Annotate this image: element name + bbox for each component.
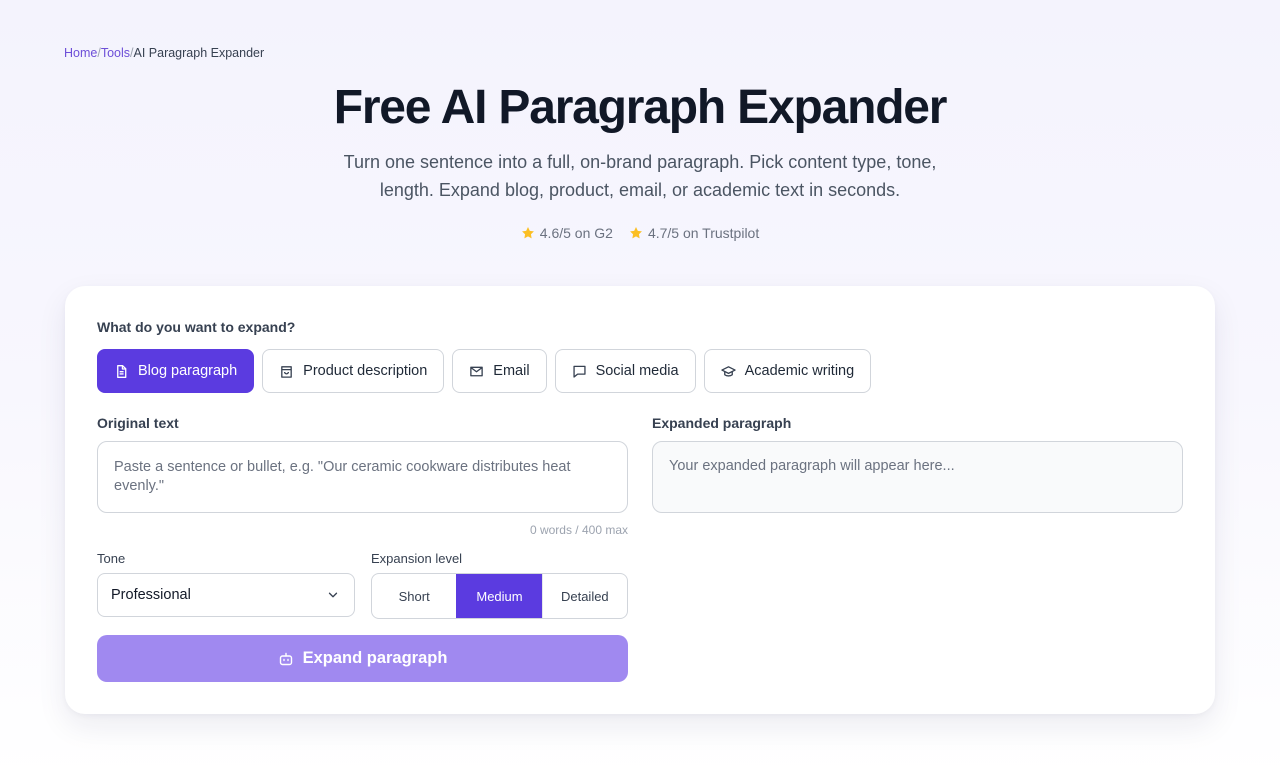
expansion-option-short[interactable]: Short — [372, 574, 456, 618]
expanded-paragraph-label: Expanded paragraph — [652, 415, 792, 431]
chat-bubble-icon — [572, 365, 586, 378]
tone-label: Tone — [97, 551, 126, 566]
chip-academic-writing[interactable]: Academic writing — [703, 349, 872, 393]
breadcrumb-home-link[interactable]: Home — [64, 46, 97, 60]
rating-trustpilot: 4.7/5 on Trustpilot — [629, 225, 759, 241]
word-count: 0 words / 400 max — [529, 523, 628, 537]
content-type-label: What do you want to expand? — [97, 319, 296, 335]
expanded-paragraph-output: Your expanded paragraph will appear here… — [652, 441, 1183, 513]
page-title: Free AI Paragraph Expander — [333, 81, 948, 134]
content-type-chips: Blog paragraph Product description Email… — [97, 349, 872, 393]
breadcrumb: Home / Tools / AI Paragraph Expander — [64, 46, 264, 60]
chip-blog-paragraph[interactable]: Blog paragraph — [97, 349, 255, 393]
expansion-option-medium[interactable]: Medium — [456, 574, 542, 618]
rating-g2-text: 4.6/5 on G2 — [539, 225, 613, 241]
chip-label: Product description — [303, 363, 428, 379]
expansion-level-label: Expansion level — [371, 551, 463, 566]
chevron-down-icon — [328, 592, 338, 598]
chip-label: Academic writing — [744, 363, 855, 379]
rating-g2: 4.6/5 on G2 — [521, 225, 613, 241]
chip-product-description[interactable]: Product description — [262, 349, 445, 393]
tone-select-value: Professional — [111, 587, 191, 603]
robot-icon — [279, 652, 292, 665]
tone-select[interactable]: Professional — [97, 573, 355, 617]
rating-trustpilot-text: 4.7/5 on Trustpilot — [647, 225, 760, 241]
star-icon — [521, 227, 534, 239]
chip-label: Social media — [595, 363, 679, 379]
mail-icon — [470, 366, 484, 376]
graduation-cap-icon — [720, 365, 736, 377]
breadcrumb-tools-link[interactable]: Tools — [101, 46, 130, 60]
page-subtitle: Turn one sentence into a full, on-brand … — [343, 152, 937, 200]
star-icon — [629, 227, 642, 239]
expander-card: What do you want to expand? Blog paragra… — [65, 286, 1215, 714]
document-icon — [117, 364, 127, 378]
expansion-level-control: Short Medium Detailed — [371, 573, 628, 619]
chip-label: Email — [493, 363, 530, 379]
expand-paragraph-button[interactable]: Expand paragraph — [97, 635, 628, 682]
chip-email[interactable]: Email — [452, 349, 547, 393]
chip-social-media[interactable]: Social media — [554, 349, 696, 393]
original-text-input[interactable]: Paste a sentence or bullet, e.g. "Our ce… — [97, 441, 628, 513]
expansion-option-detailed[interactable]: Detailed — [541, 574, 627, 618]
expand-paragraph-label: Expand paragraph — [302, 649, 448, 667]
breadcrumb-current: AI Paragraph Expander — [133, 46, 265, 60]
original-text-label: Original text — [97, 415, 179, 431]
chip-label: Blog paragraph — [138, 363, 238, 379]
shopping-bag-icon — [281, 365, 293, 378]
ratings: 4.6/5 on G2 4.7/5 on Trustpilot — [0, 225, 1280, 241]
